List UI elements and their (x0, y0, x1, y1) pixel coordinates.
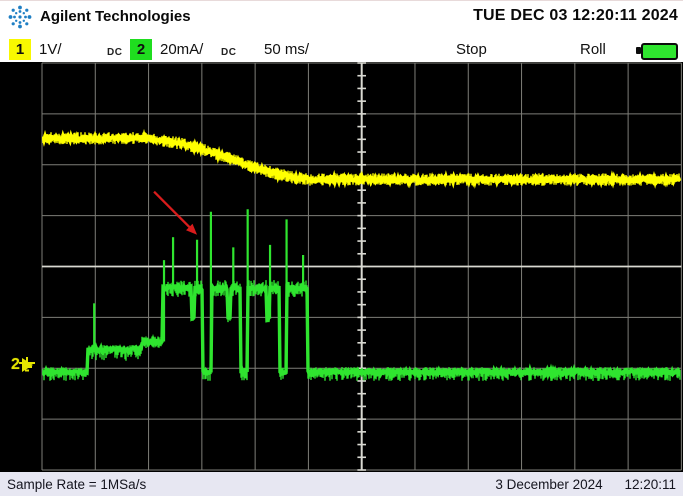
ch2-coupling-label: DC (221, 47, 236, 58)
oscilloscope-screen: Agilent Technologies TUE DEC 03 12:20:11… (0, 0, 683, 496)
ground-symbol-icon (18, 357, 36, 373)
ch1-scale-label[interactable]: 1V/ (39, 41, 62, 58)
agilent-spark-icon (7, 4, 33, 30)
statusbar: 1 1V/ DC 2 20mA/ DC 50 ms/ Stop Roll (0, 32, 683, 62)
datetime-text: TUE DEC 03 12:20:11 2024 (473, 7, 678, 25)
battery-icon (641, 43, 678, 60)
footer-date: 3 December 2024 (495, 477, 602, 492)
ch2-ground-marker[interactable]: 2 (11, 356, 33, 373)
roll-mode-label[interactable]: Roll (580, 41, 606, 58)
footer-datetime: 3 December 2024 12:20:11 (477, 477, 676, 492)
ch1-coupling-label: DC (107, 47, 122, 58)
timebase-label[interactable]: 50 ms/ (264, 41, 309, 58)
footer-time: 12:20:11 (624, 477, 676, 492)
ch2-badge[interactable]: 2 (130, 39, 152, 60)
scope-display[interactable]: 2 (0, 62, 683, 472)
footer-bar: Sample Rate = 1MSa/s 3 December 2024 12:… (0, 472, 683, 496)
brand-text: Agilent Technologies (40, 8, 191, 25)
acquisition-state-label[interactable]: Stop (456, 41, 487, 58)
waveform-canvas (0, 62, 683, 472)
sample-rate-text: Sample Rate = 1MSa/s (7, 477, 146, 492)
ch1-badge[interactable]: 1 (9, 39, 31, 60)
ch2-scale-label[interactable]: 20mA/ (160, 41, 203, 58)
titlebar: Agilent Technologies TUE DEC 03 12:20:11… (0, 0, 683, 33)
